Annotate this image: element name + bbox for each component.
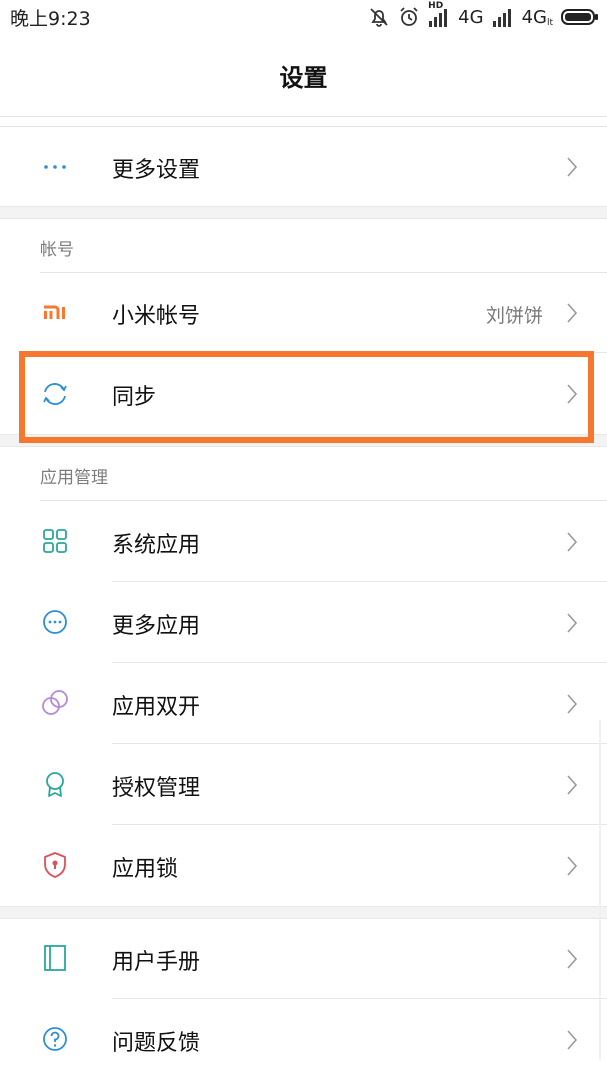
dual-circles-icon bbox=[40, 688, 70, 718]
mute-bell-icon bbox=[370, 8, 388, 27]
mi-account-username: 刘饼饼 bbox=[485, 305, 543, 327]
row-more-settings[interactable]: 更多设置 bbox=[0, 127, 607, 207]
chevron-right-icon bbox=[567, 613, 578, 633]
chevron-right-icon bbox=[567, 157, 578, 177]
row-dual-apps[interactable]: 应用双开 bbox=[0, 663, 607, 744]
sync-icon bbox=[40, 379, 70, 409]
hd-label: HD bbox=[428, 1, 444, 11]
chevron-right-icon bbox=[567, 384, 578, 404]
scrollbar[interactable] bbox=[599, 720, 601, 1060]
chevron-right-icon bbox=[567, 856, 578, 876]
header-divider bbox=[0, 116, 607, 117]
more-apps-label: 更多应用 bbox=[112, 614, 201, 639]
more-settings-label: 更多设置 bbox=[112, 158, 201, 183]
row-mi-account[interactable]: 小米帐号 刘饼饼 bbox=[0, 273, 607, 353]
page-title: 设置 bbox=[279, 64, 328, 92]
row-system-apps[interactable]: 系统应用 bbox=[0, 501, 607, 582]
battery-icon bbox=[561, 9, 598, 25]
system-apps-label: 系统应用 bbox=[112, 533, 201, 558]
row-user-guide[interactable]: 用户手册 bbox=[0, 918, 607, 999]
status-time: 晚上9:23 bbox=[10, 8, 91, 30]
alarm-icon bbox=[400, 7, 418, 26]
dual-apps-label: 应用双开 bbox=[112, 695, 201, 720]
feedback-label: 问题反馈 bbox=[112, 1031, 201, 1056]
user-guide-label: 用户手册 bbox=[112, 950, 201, 975]
grid-icon bbox=[40, 526, 70, 556]
lte-label: lt bbox=[546, 17, 553, 28]
row-permissions[interactable]: 授权管理 bbox=[0, 744, 607, 825]
shield-lock-icon bbox=[40, 850, 70, 880]
network-type-2: 4Glt bbox=[521, 6, 553, 28]
book-icon bbox=[40, 943, 70, 973]
sync-label: 同步 bbox=[112, 385, 157, 410]
status-bar: 晚上9:23 HD 4G 4Glt bbox=[0, 0, 607, 34]
section-header-app-management: 应用管理 bbox=[40, 468, 108, 488]
more-dots-icon bbox=[40, 152, 70, 182]
row-app-lock[interactable]: 应用锁 bbox=[0, 825, 607, 906]
chevron-right-icon bbox=[567, 1030, 578, 1050]
row-feedback[interactable]: 问题反馈 bbox=[0, 999, 607, 1080]
more-circle-icon bbox=[40, 607, 70, 637]
signal-icon-2 bbox=[492, 9, 511, 27]
signal-hd: HD bbox=[428, 1, 450, 27]
section-gap bbox=[0, 206, 607, 219]
chevron-right-icon bbox=[567, 303, 578, 323]
mi-account-label: 小米帐号 bbox=[112, 304, 201, 329]
chevron-right-icon bbox=[567, 532, 578, 552]
network-type-1: 4G bbox=[458, 6, 484, 28]
row-separator bbox=[112, 352, 607, 353]
chevron-right-icon bbox=[567, 949, 578, 969]
section-gap bbox=[0, 434, 607, 447]
row-more-apps[interactable]: 更多应用 bbox=[0, 582, 607, 663]
question-icon bbox=[40, 1024, 70, 1054]
row-sync[interactable]: 同步 bbox=[0, 354, 607, 434]
chevron-right-icon bbox=[567, 694, 578, 714]
mi-logo-icon bbox=[40, 298, 70, 328]
status-icons: HD 4G 4Glt bbox=[360, 1, 599, 30]
permissions-label: 授权管理 bbox=[112, 776, 201, 801]
ribbon-icon bbox=[40, 769, 70, 799]
section-header-account: 帐号 bbox=[40, 240, 74, 260]
app-lock-label: 应用锁 bbox=[112, 857, 179, 882]
chevron-right-icon bbox=[567, 775, 578, 795]
